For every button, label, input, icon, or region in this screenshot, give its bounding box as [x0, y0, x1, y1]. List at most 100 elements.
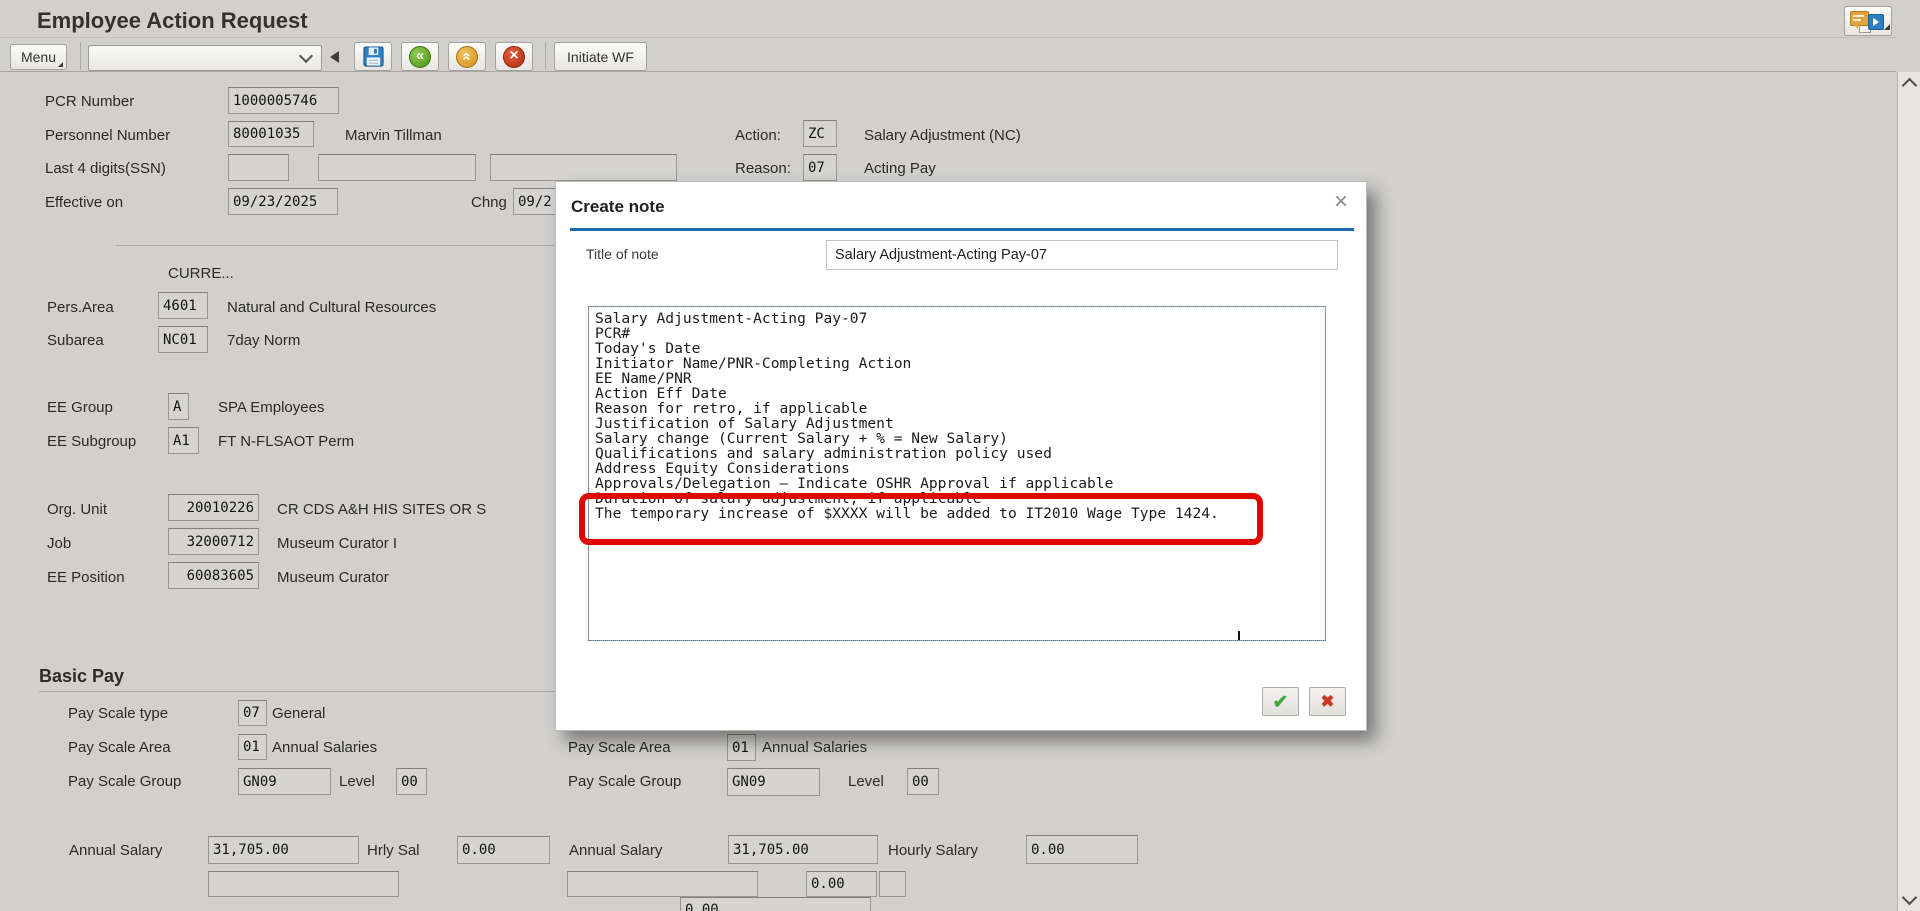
org-unit-label: Org. Unit: [47, 501, 108, 518]
current-column-header: CURRE...: [168, 265, 234, 282]
back-icon: «: [409, 45, 431, 68]
title-of-note-label: Title of note: [586, 246, 659, 262]
menu-corner-icon: [58, 62, 63, 67]
reason-desc: Acting Pay: [864, 160, 936, 177]
ee-group-label: EE Group: [47, 399, 113, 416]
partial-amount-input[interactable]: 0.00: [680, 897, 871, 911]
pay-scale-type-input[interactable]: 07: [238, 700, 267, 726]
reject-button[interactable]: ✖: [1309, 687, 1346, 716]
ee-subgroup-desc: FT N-FLSAOT Perm: [218, 433, 355, 450]
close-icon[interactable]: ×: [1334, 190, 1348, 214]
page-title: Employee Action Request: [37, 8, 308, 33]
level-input[interactable]: 00: [396, 768, 427, 795]
pay-scale-area-right-input[interactable]: 01: [727, 734, 756, 761]
pcr-number-input[interactable]: 1000005746: [228, 87, 339, 114]
ee-position-label: EE Position: [47, 569, 125, 586]
toolbar-separator: [545, 42, 546, 70]
note-body-textarea[interactable]: Salary Adjustment-Acting Pay-07 PCR# Tod…: [588, 306, 1326, 641]
notes-icon: [1846, 8, 1890, 34]
ssn-label: Last 4 digits(SSN): [45, 160, 166, 177]
ee-group-input[interactable]: A: [168, 393, 189, 420]
effective-on-label: Effective on: [45, 194, 124, 211]
cancel-icon: ×: [503, 45, 525, 68]
chevron-down-icon: [298, 48, 314, 64]
annual-salary-right-label: Annual Salary: [569, 842, 663, 859]
pay-scale-group-right-input[interactable]: GN09: [727, 768, 820, 796]
salary-extra-input[interactable]: [208, 871, 399, 897]
pers-area-input[interactable]: 4601: [158, 292, 208, 319]
initiate-wf-button[interactable]: Initiate WF: [554, 42, 647, 71]
pers-area-label: Pers.Area: [47, 299, 114, 316]
confirm-check-icon: ✔: [1272, 690, 1289, 713]
scroll-down-icon[interactable]: [1901, 889, 1918, 906]
subarea-label: Subarea: [47, 332, 104, 349]
level-label: Level: [339, 773, 375, 790]
annual-salary-right-input[interactable]: 31,705.00: [728, 835, 878, 864]
back-glyph: «: [415, 47, 425, 64]
back-button[interactable]: «: [401, 42, 439, 71]
pers-area-desc: Natural and Cultural Resources: [227, 299, 437, 316]
dropdown-corner-icon: [1884, 24, 1890, 30]
level-right-input[interactable]: 00: [907, 768, 939, 795]
subarea-input[interactable]: NC01: [158, 326, 208, 353]
ssn-input-3[interactable]: [490, 154, 677, 181]
job-input[interactable]: 32000712: [168, 528, 259, 555]
employee-action-request-screen: Employee Action Request Menu « « × Initi…: [0, 0, 1920, 911]
cancel-button[interactable]: ×: [495, 42, 533, 71]
pay-scale-area-desc: Annual Salaries: [272, 739, 378, 756]
transaction-combobox[interactable]: [88, 45, 322, 71]
effective-on-input[interactable]: 09/23/2025: [228, 188, 338, 215]
confirm-button[interactable]: ✔: [1262, 687, 1299, 716]
salary-small-right-input[interactable]: [879, 871, 906, 897]
action-code-input[interactable]: ZC: [803, 120, 837, 147]
pay-scale-group-input[interactable]: GN09: [238, 768, 331, 795]
reason-label: Reason:: [735, 160, 791, 177]
hourly-salary-input[interactable]: 0.00: [1026, 835, 1138, 864]
menu-button-label: Menu: [20, 49, 57, 65]
salary-extra-right-input[interactable]: [567, 871, 758, 897]
personnel-number-input[interactable]: 80001035: [228, 121, 314, 147]
ee-subgroup-label: EE Subgroup: [47, 433, 137, 450]
initiate-wf-label: Initiate WF: [567, 48, 634, 65]
exit-glyph: «: [458, 52, 476, 61]
hourly-salary-label: Hourly Salary: [888, 842, 979, 859]
exit-button[interactable]: «: [448, 42, 486, 71]
chng-label: Chng: [471, 194, 507, 211]
hrly-sal-input[interactable]: 0.00: [457, 836, 550, 864]
pay-scale-group-label: Pay Scale Group: [68, 773, 182, 790]
action-label: Action:: [735, 127, 781, 144]
pcr-number-label: PCR Number: [45, 93, 135, 110]
ee-subgroup-input[interactable]: A1: [168, 427, 199, 454]
salary-amount-right-input[interactable]: 0.00: [806, 871, 877, 897]
action-desc: Salary Adjustment (NC): [864, 127, 1021, 144]
speech-bubble-icon: [1850, 11, 1869, 29]
reason-code-input[interactable]: 07: [803, 154, 837, 181]
ee-position-input[interactable]: 60083605: [168, 562, 259, 589]
scroll-up-icon[interactable]: [1901, 77, 1918, 94]
vertical-scrollbar[interactable]: [1897, 72, 1920, 911]
pay-scale-area-input[interactable]: 01: [238, 734, 267, 760]
personnel-name-text: Marvin Tillman: [345, 127, 442, 144]
save-button[interactable]: [354, 42, 392, 71]
reject-x-icon: ✖: [1320, 691, 1335, 712]
annual-salary-input[interactable]: 31,705.00: [208, 836, 359, 864]
basic-pay-heading: Basic Pay: [39, 666, 125, 686]
text-caret: [1238, 631, 1240, 640]
hrly-sal-label: Hrly Sal: [367, 842, 420, 859]
ssn-input-2[interactable]: [318, 154, 476, 181]
collapse-left-icon[interactable]: [330, 51, 339, 63]
save-icon: [362, 46, 384, 67]
subarea-desc: 7day Norm: [227, 332, 301, 349]
ssn-input-1[interactable]: [228, 154, 289, 181]
org-unit-input[interactable]: 20010226: [168, 494, 259, 521]
job-desc: Museum Curator I: [277, 535, 398, 552]
pay-scale-group-right-label: Pay Scale Group: [568, 773, 682, 790]
menu-button[interactable]: Menu: [10, 44, 67, 70]
dialog-title: Create note: [571, 197, 665, 216]
note-title-input[interactable]: Salary Adjustment-Acting Pay-07: [826, 240, 1338, 270]
personnel-number-label: Personnel Number: [45, 127, 171, 144]
job-label: Job: [47, 535, 72, 552]
pay-scale-area-label: Pay Scale Area: [68, 739, 171, 756]
services-notes-button[interactable]: [1844, 6, 1892, 36]
create-note-dialog: Create note × Title of note Salary Adjus…: [555, 181, 1367, 731]
